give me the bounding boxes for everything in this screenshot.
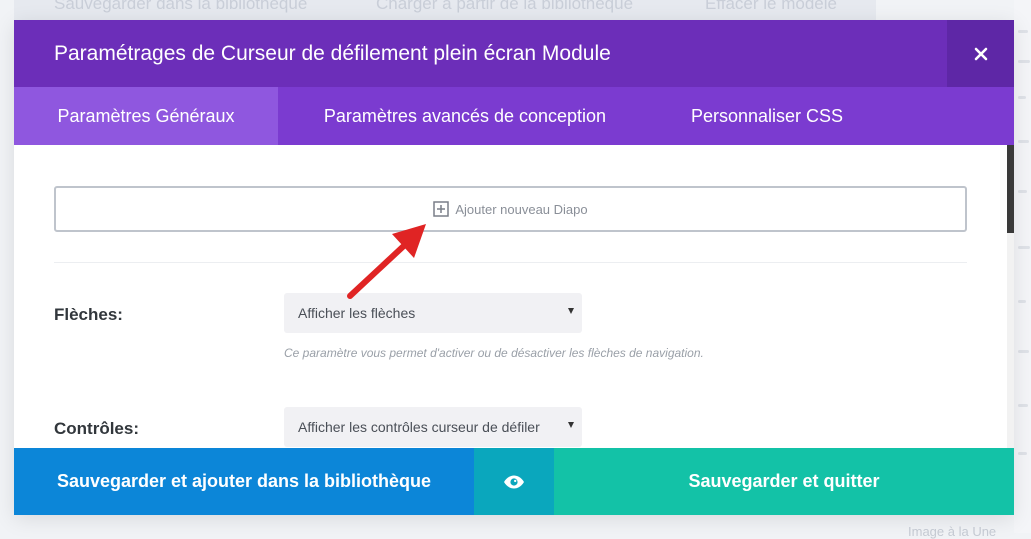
- chevron-down-icon: [568, 422, 574, 428]
- close-button[interactable]: [947, 20, 1014, 87]
- background-toolbar: Sauvegarder dans la bibliothèque Charger…: [14, 0, 876, 20]
- settings-tabs: Paramètres Généraux Paramètres avancés d…: [14, 87, 1014, 145]
- scrollbar-thumb[interactable]: [1007, 145, 1014, 233]
- tab-advanced-design[interactable]: Paramètres avancés de conception: [278, 87, 652, 145]
- annotation-arrow-icon: [347, 224, 426, 299]
- arrows-help-text: Ce paramètre vous permet d'activer ou de…: [284, 346, 704, 360]
- preview-button[interactable]: [474, 448, 554, 515]
- controls-label: Contrôles:: [54, 419, 139, 438]
- controls-select[interactable]: Afficher les contrôles curseur de défile…: [284, 407, 582, 447]
- background-sidebar: [1014, 0, 1031, 533]
- plus-square-icon: [433, 201, 450, 217]
- close-icon: [974, 47, 987, 60]
- content-scrollbar[interactable]: [1007, 145, 1014, 448]
- modal-header: Paramétrages de Curseur de défilement pl…: [14, 20, 1014, 87]
- controls-select-value: Afficher les contrôles curseur de défile…: [298, 419, 540, 435]
- bg-clear-template-link: Effacer le modèle: [705, 0, 837, 13]
- add-slide-button[interactable]: Ajouter nouveau Diapo: [54, 186, 967, 232]
- modal-footer: Sauvegarder et ajouter dans la bibliothè…: [14, 448, 1014, 515]
- bg-load-library-link: Charger à partir de la bibliothèque: [376, 0, 634, 13]
- bg-featured-image-label: Image à la Une: [908, 524, 997, 539]
- bg-save-library-link: Sauvegarder dans la bibliothèque: [54, 0, 308, 13]
- save-and-quit-button[interactable]: Sauvegarder et quitter: [554, 448, 1014, 515]
- add-slide-label: Ajouter nouveau Diapo: [455, 201, 588, 217]
- modal-title: Paramétrages de Curseur de défilement pl…: [54, 42, 611, 65]
- tab-general-settings[interactable]: Paramètres Généraux: [14, 87, 278, 145]
- arrows-label: Flèches:: [54, 305, 123, 324]
- settings-content: Ajouter nouveau Diapo Flèches: Afficher …: [14, 145, 1006, 448]
- arrows-select[interactable]: Afficher les flèches: [284, 293, 582, 333]
- tab-custom-css[interactable]: Personnaliser CSS: [652, 87, 882, 145]
- chevron-down-icon: [568, 308, 574, 314]
- save-to-library-button[interactable]: Sauvegarder et ajouter dans la bibliothè…: [14, 448, 474, 515]
- eye-icon: [504, 475, 524, 488]
- section-divider: [54, 262, 967, 263]
- module-settings-modal: Paramétrages de Curseur de défilement pl…: [14, 20, 1014, 515]
